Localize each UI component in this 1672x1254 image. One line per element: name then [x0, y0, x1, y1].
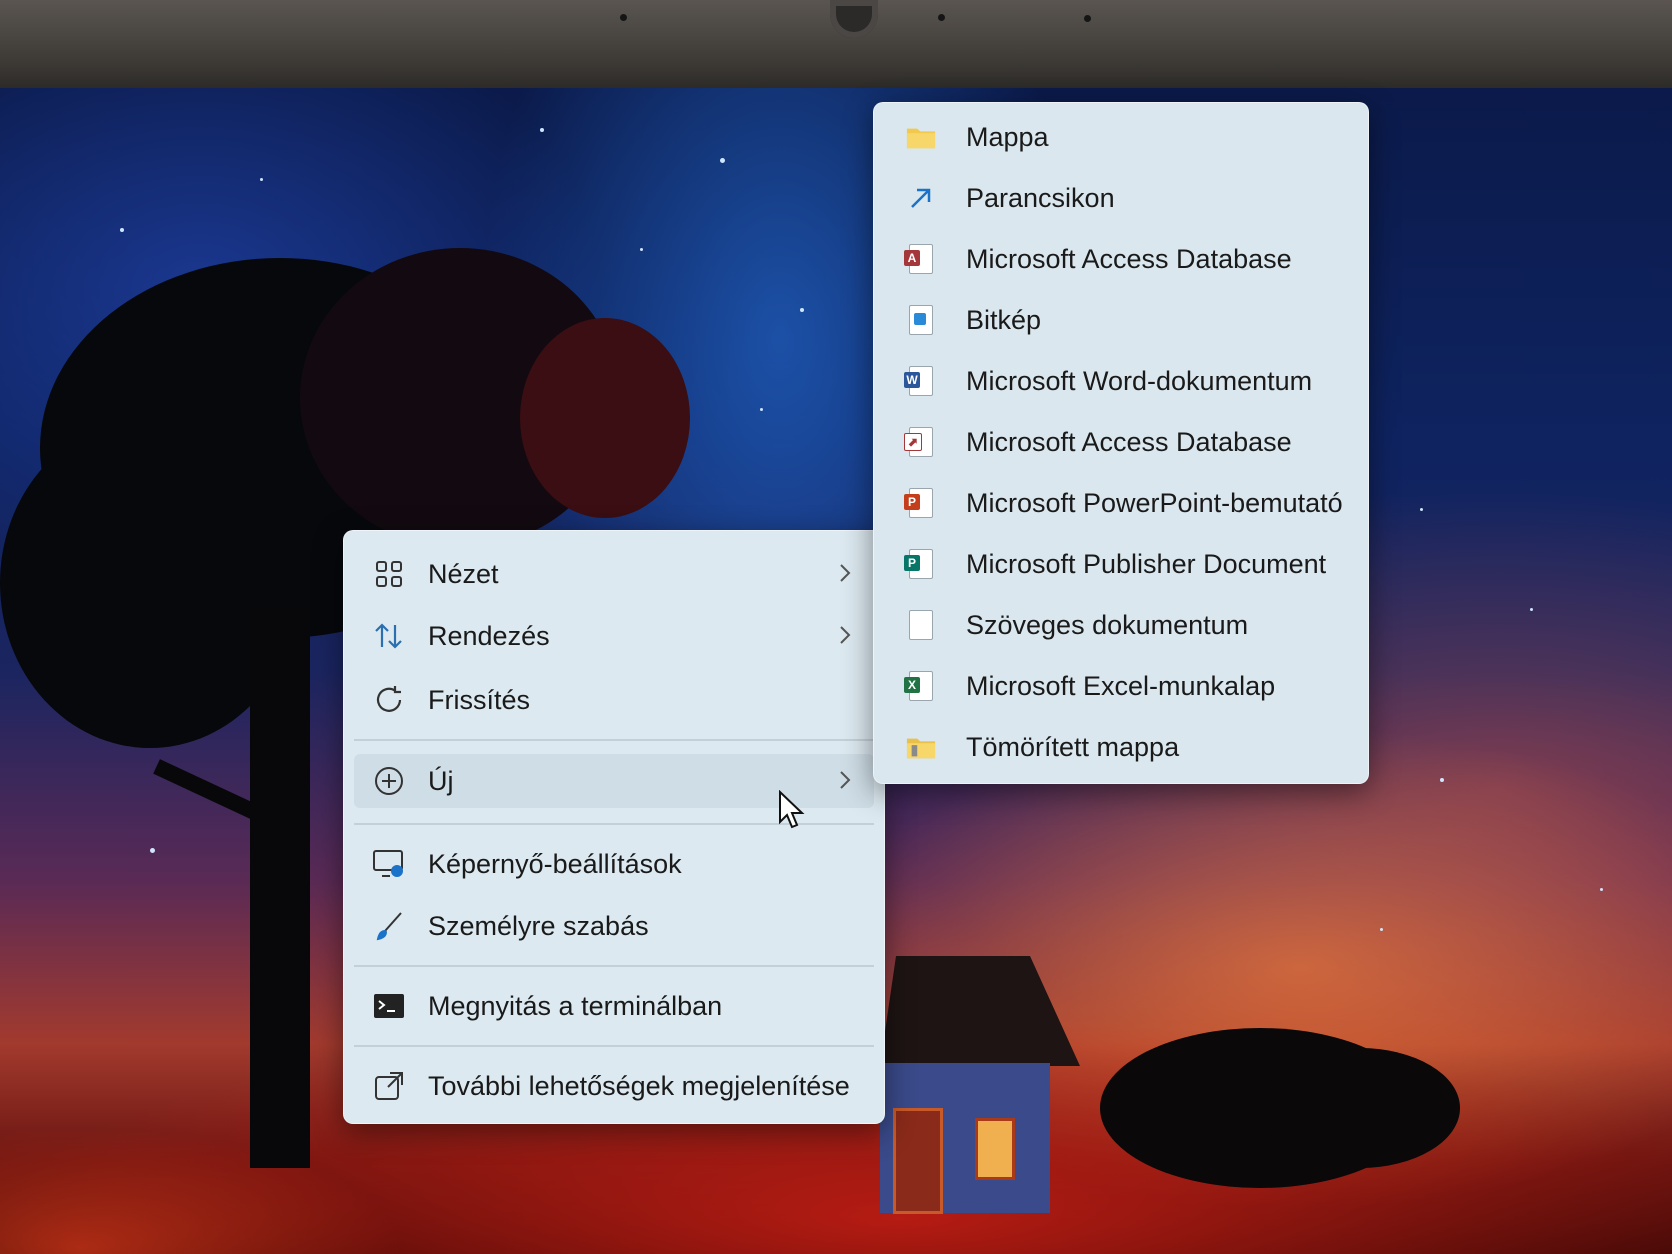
menu-item-label: Megnyitás a terminálban: [428, 990, 723, 1021]
submenu-item-label: Bitkép: [966, 304, 1042, 335]
publisher-file-icon: P: [904, 548, 936, 580]
submenu-item-word-document[interactable]: W Microsoft Word-dokumentum: [886, 353, 1356, 409]
mouse-pointer-icon: [778, 789, 806, 835]
zip-folder-icon: [906, 731, 936, 763]
submenu-item-text-document[interactable]: Szöveges dokumentum: [886, 597, 1356, 653]
menu-item-label: Nézet: [428, 558, 499, 589]
menu-item-show-more-options[interactable]: További lehetőségek megjelenítése: [354, 1059, 874, 1113]
submenu-item-powerpoint[interactable]: P Microsoft PowerPoint-bemutató: [886, 475, 1356, 531]
powerpoint-file-icon: P: [904, 487, 936, 519]
menu-separator: [354, 965, 874, 967]
bezel-sensor: [938, 14, 945, 21]
chevron-right-icon: [838, 624, 852, 651]
access-file-icon: A: [904, 243, 936, 275]
submenu-item-label: Microsoft Access Database: [966, 243, 1292, 274]
menu-item-refresh[interactable]: Frissítés: [354, 673, 874, 727]
menu-item-label: Új: [428, 765, 454, 796]
grid-view-icon: [372, 557, 406, 591]
text-file-icon: [906, 609, 936, 641]
submenu-item-label: Microsoft Access Database: [966, 426, 1292, 457]
submenu-item-label: Microsoft Word-dokumentum: [966, 365, 1313, 396]
submenu-item-access-database[interactable]: A Microsoft Access Database: [886, 231, 1356, 287]
submenu-item-label: Microsoft PowerPoint-bemutató: [966, 487, 1343, 518]
submenu-item-access-database-2[interactable]: ⬈ Microsoft Access Database: [886, 414, 1356, 470]
shortcut-arrow-icon: [906, 182, 936, 214]
sort-arrows-icon: [372, 619, 406, 653]
submenu-item-excel[interactable]: X Microsoft Excel-munkalap: [886, 658, 1356, 714]
folder-icon: [906, 121, 936, 153]
menu-separator: [354, 739, 874, 741]
bitmap-file-icon: [906, 304, 936, 336]
menu-item-sort[interactable]: Rendezés: [354, 609, 874, 663]
add-circle-icon: [372, 764, 406, 798]
chevron-right-icon: [838, 562, 852, 589]
submenu-item-publisher[interactable]: P Microsoft Publisher Document: [886, 536, 1356, 592]
terminal-icon: [372, 989, 406, 1023]
display-settings-icon: [372, 847, 406, 881]
bezel-sensor: [1084, 15, 1091, 22]
excel-file-icon: X: [904, 670, 936, 702]
house-roof: [880, 956, 1080, 1066]
menu-item-label: Személyre szabás: [428, 910, 649, 941]
menu-separator: [354, 1045, 874, 1047]
menu-item-view[interactable]: Nézet: [354, 547, 874, 601]
house-door: [893, 1108, 943, 1214]
house-window: [975, 1118, 1015, 1180]
menu-item-label: Képernyő-beállítások: [428, 848, 682, 879]
menu-item-label: További lehetőségek megjelenítése: [428, 1070, 850, 1101]
submenu-item-label: Tömörített mappa: [966, 731, 1180, 762]
word-file-icon: W: [904, 365, 936, 397]
brush-icon: [372, 909, 406, 943]
menu-item-display-settings[interactable]: Képernyő-beállítások: [354, 837, 874, 891]
submenu-item-label: Parancsikon: [966, 182, 1115, 213]
submenu-item-folder[interactable]: Mappa: [886, 109, 1356, 165]
bezel-sensor: [620, 14, 627, 21]
menu-item-label: Frissítés: [428, 684, 531, 715]
submenu-item-bitmap[interactable]: Bitkép: [886, 292, 1356, 348]
webcam: [830, 0, 878, 38]
submenu-item-label: Microsoft Publisher Document: [966, 548, 1327, 579]
new-submenu: Mappa Parancsikon A Microsoft Access Dat…: [873, 102, 1369, 784]
menu-item-personalize[interactable]: Személyre szabás: [354, 899, 874, 953]
laptop-bezel: [0, 0, 1672, 92]
access-file-icon: ⬈: [904, 426, 936, 458]
chevron-right-icon: [838, 769, 852, 796]
submenu-item-label: Szöveges dokumentum: [966, 609, 1249, 640]
submenu-item-label: Mappa: [966, 121, 1049, 152]
menu-item-open-terminal[interactable]: Megnyitás a terminálban: [354, 979, 874, 1033]
submenu-item-shortcut[interactable]: Parancsikon: [886, 170, 1356, 226]
menu-item-label: Rendezés: [428, 620, 550, 651]
submenu-item-compressed-folder[interactable]: Tömörített mappa: [886, 719, 1356, 775]
refresh-icon: [372, 683, 406, 717]
submenu-item-label: Microsoft Excel-munkalap: [966, 670, 1276, 701]
share-external-icon: [372, 1069, 406, 1103]
